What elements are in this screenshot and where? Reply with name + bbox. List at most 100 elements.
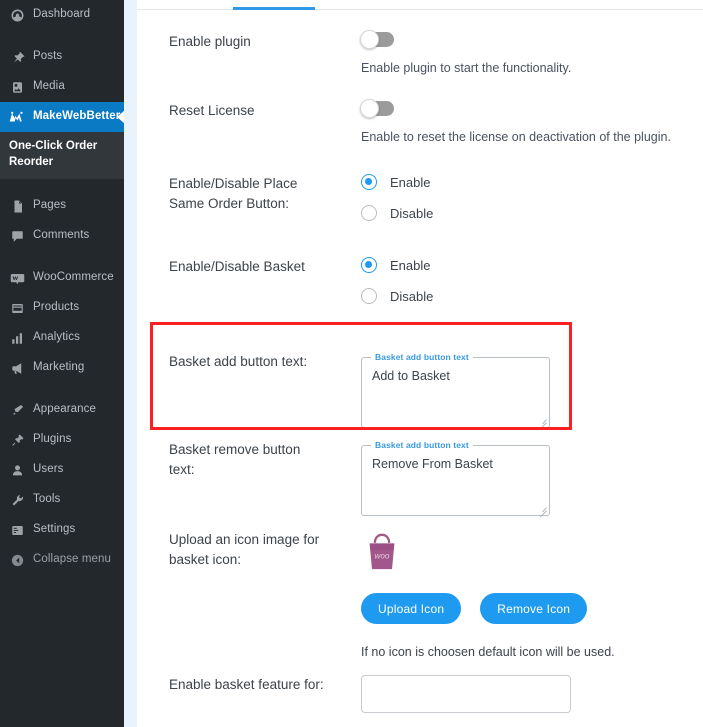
sidebar-item-label: Tools [33,493,61,506]
sidebar-item-label: Products [33,301,80,314]
settings-form: Enable plugin Enable plugin to start the… [137,10,703,713]
field-basket-remove-button-text: Basket add button text Remove From Baske… [329,440,703,518]
reset-license-toggle[interactable] [360,99,394,118]
sidebar-item-collapse-menu[interactable]: Collapse menu [0,545,124,575]
marketing-icon [9,360,25,376]
settings-icon [9,522,25,538]
woocommerce-bag-icon: woo [361,530,703,574]
wordpress-admin-screen: Dashboard Posts Media MakeWebBetter One-… [0,0,703,727]
label-upload-icon: Upload an icon image for basket icon: [169,532,320,567]
settings-panel: Enable plugin Enable plugin to start the… [137,0,703,727]
dashboard-icon [9,7,25,23]
basket-remove-textarea[interactable]: Basket add button text Remove From Baske… [361,440,550,518]
sidebar-item-label: Dashboard [33,8,91,21]
row-basket-remove-button-text: Basket remove button text: Basket add bu… [137,440,703,518]
content-left-rail [124,0,137,727]
sidebar-item-label: Pages [33,199,67,212]
settings-tabbar [137,0,703,10]
sidebar-item-pages[interactable]: Pages [0,191,124,221]
radio-label: Disable [390,205,434,221]
row-enable-plugin: Enable plugin Enable plugin to start the… [137,30,703,75]
sidebar-item-label: Posts [33,50,63,63]
plugins-icon [9,432,25,448]
radio-place-same-order-enable[interactable]: Enable [361,174,703,190]
radio-indicator [361,288,377,304]
pin-icon [9,49,25,65]
help-enable-plugin: Enable plugin to start the functionality… [361,61,572,75]
label-enable-plugin: Enable plugin [169,34,251,49]
products-icon [9,300,25,316]
sidebar-item-label: Users [33,463,64,476]
sidebar-separator-3 [0,251,124,263]
upload-icon-button[interactable]: Upload Icon [361,593,462,624]
content-area: Enable plugin Enable plugin to start the… [124,0,703,727]
label-enable-basket-feature-for: Enable basket feature for: [169,677,324,692]
sidebar-item-marketing[interactable]: Marketing [0,353,124,383]
radio-enable-basket-enable[interactable]: Enable [361,257,703,273]
sidebar-item-appearance[interactable]: Appearance [0,395,124,425]
sidebar-item-label: Appearance [33,403,97,416]
field-enable-basket: Enable Disable [329,257,703,319]
basket-remove-textarea-legend: Basket add button text [375,440,469,450]
sidebar-separator-1 [0,30,124,42]
field-enable-basket-feature-for [329,675,703,713]
label-basket-remove-button-text: Basket remove button text: [169,442,301,477]
radio-indicator [361,205,377,221]
sidebar-item-dashboard[interactable]: Dashboard [0,0,124,30]
radio-label: Enable [390,174,431,190]
makewebbetter-icon [9,109,25,125]
sidebar-item-woocommerce[interactable]: WooCommerce [0,263,124,293]
label-basket-add-button-text: Basket add button text: [169,354,308,369]
sidebar-item-label: Collapse menu [33,553,112,566]
radio-place-same-order-disable[interactable]: Disable [361,205,703,221]
sidebar-item-settings[interactable]: Settings [0,515,124,545]
woocommerce-icon [9,270,25,286]
sidebar-submenu-one-click-order-reorder[interactable]: One-Click Order Reorder [0,132,124,180]
pages-icon [9,198,25,214]
icon-button-row: Upload Icon Remove Icon [361,593,703,624]
sidebar-item-plugins[interactable]: Plugins [0,425,124,455]
upload-icon-note: If no icon is choosen default icon will … [361,645,615,659]
sidebar-item-comments[interactable]: Comments [0,221,124,251]
field-basket-add-button-text: Basket add button text Add to Basket [329,352,703,430]
row-place-same-order: Enable/Disable Place Same Order Button: … [137,174,703,236]
basket-add-textarea[interactable]: Basket add button text Add to Basket [361,352,550,430]
sidebar-item-label: MakeWebBetter [33,110,121,123]
admin-sidebar: Dashboard Posts Media MakeWebBetter One-… [0,0,124,727]
sidebar-separator-2 [0,179,124,191]
svg-text:woo: woo [375,552,390,561]
label-reset-license: Reset License [169,103,255,118]
enable-basket-feature-input[interactable] [361,675,571,713]
field-place-same-order: Enable Disable [329,174,703,236]
resize-grip-icon[interactable] [536,502,547,518]
sidebar-item-posts[interactable]: Posts [0,42,124,72]
sidebar-item-makewebbetter[interactable]: MakeWebBetter [0,102,124,132]
row-basket-add-button-text: Basket add button text: Basket add butto… [137,344,703,430]
remove-icon-button[interactable]: Remove Icon [480,593,588,624]
sidebar-item-users[interactable]: Users [0,455,124,485]
enable-plugin-toggle[interactable] [360,30,394,49]
sidebar-item-analytics[interactable]: Analytics [0,323,124,353]
sidebar-item-tools[interactable]: Tools [0,485,124,515]
tools-icon [9,492,25,508]
active-tab-indicator [233,7,315,10]
toggle-knob [360,30,379,49]
sidebar-item-products[interactable]: Products [0,293,124,323]
field-reset-license: Enable to reset the license on deactivat… [329,99,703,144]
sidebar-item-media[interactable]: Media [0,72,124,102]
basket-add-textarea-wrap: Basket add button text Add to Basket [361,352,550,430]
row-upload-icon: Upload an icon image for basket icon: wo… [137,530,703,659]
sidebar-separator-4 [0,383,124,395]
radio-enable-basket-disable[interactable]: Disable [361,288,703,304]
radio-indicator [361,257,377,273]
analytics-icon [9,330,25,346]
toggle-knob [360,99,379,118]
help-reset-license: Enable to reset the license on deactivat… [361,130,671,144]
label-enable-basket: Enable/Disable Basket [169,259,305,274]
sidebar-submenu-label: One-Click Order Reorder [9,140,98,168]
resize-grip-icon[interactable] [536,414,547,430]
radio-indicator [361,174,377,190]
field-upload-icon: woo Upload Icon Remove Icon If no icon i… [329,530,703,659]
sidebar-item-label: Marketing [33,361,85,374]
basket-remove-textarea-wrap: Basket add button text Remove From Baske… [361,440,550,518]
